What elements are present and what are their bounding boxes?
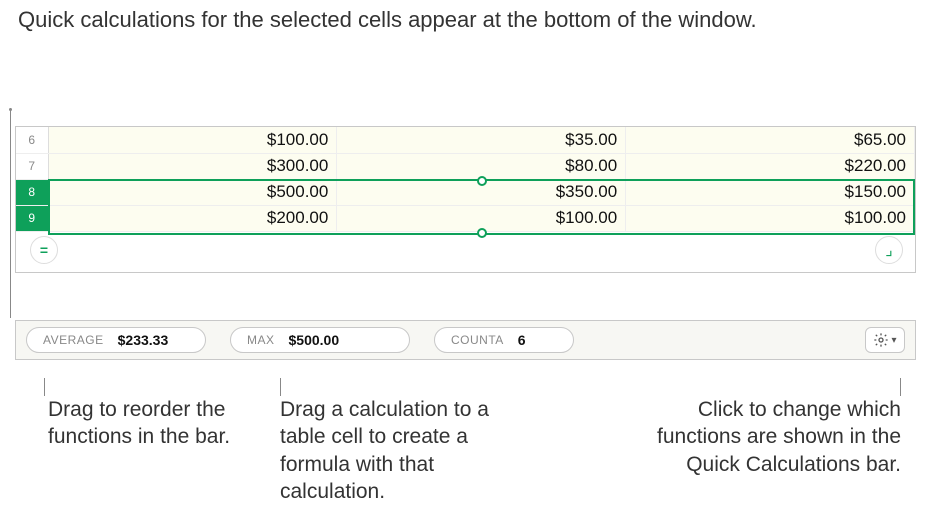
quick-calculations-bar: AVERAGE $233.33 MAX $500.00 COUNTA 6 ▾ xyxy=(15,320,916,360)
row-header[interactable]: 7 xyxy=(16,153,48,179)
cell[interactable]: $200.00 xyxy=(48,205,337,231)
cell[interactable]: $100.00 xyxy=(626,205,915,231)
cell[interactable]: $80.00 xyxy=(337,153,626,179)
quickcalc-fn-label: AVERAGE xyxy=(43,333,104,347)
callout-gear: Click to change which functions are show… xyxy=(621,396,901,478)
cell[interactable]: $100.00 xyxy=(48,127,337,153)
corner-icon: ⌟ xyxy=(885,240,893,260)
cell[interactable]: $300.00 xyxy=(48,153,337,179)
gear-icon xyxy=(873,332,889,348)
callout-leader-top xyxy=(10,108,11,318)
callout-reorder: Drag to reorder the functions in the bar… xyxy=(48,396,248,451)
cell[interactable]: $65.00 xyxy=(626,127,915,153)
callout-drag-formula: Drag a calculation to a table cell to cr… xyxy=(280,396,526,505)
resize-corner-button[interactable]: ⌟ xyxy=(875,236,903,264)
cell[interactable]: $500.00 xyxy=(48,179,337,205)
quickcalc-fn-label: MAX xyxy=(247,333,275,347)
spreadsheet-area: 6 $100.00 $35.00 $65.00 7 $300.00 $80.00… xyxy=(15,126,916,273)
quickcalc-settings-button[interactable]: ▾ xyxy=(865,327,905,353)
cell[interactable]: $150.00 xyxy=(626,179,915,205)
cell[interactable]: $100.00 xyxy=(337,205,626,231)
callout-leader xyxy=(900,378,901,396)
equals-icon: = xyxy=(40,242,48,258)
cell[interactable]: $350.00 xyxy=(337,179,626,205)
quickcalc-pill-average[interactable]: AVERAGE $233.33 xyxy=(26,327,206,353)
table-row[interactable]: 6 $100.00 $35.00 $65.00 xyxy=(16,127,915,153)
table-row[interactable]: 7 $300.00 $80.00 $220.00 xyxy=(16,153,915,179)
quickcalc-fn-label: COUNTA xyxy=(451,333,504,347)
callout-leader xyxy=(44,378,45,396)
quickcalc-pill-max[interactable]: MAX $500.00 xyxy=(230,327,410,353)
table-row[interactable]: 8 $500.00 $350.00 $150.00 xyxy=(16,179,915,205)
data-table[interactable]: 6 $100.00 $35.00 $65.00 7 $300.00 $80.00… xyxy=(16,127,915,232)
callout-leader xyxy=(280,378,281,396)
add-row-button[interactable]: = xyxy=(30,236,58,264)
row-header-selected[interactable]: 8 xyxy=(16,179,48,205)
chevron-down-icon: ▾ xyxy=(891,335,896,346)
callout-top: Quick calculations for the selected cell… xyxy=(18,6,757,35)
cell[interactable]: $220.00 xyxy=(626,153,915,179)
table-row[interactable]: 9 $200.00 $100.00 $100.00 xyxy=(16,205,915,231)
row-header[interactable]: 6 xyxy=(16,127,48,153)
cell[interactable]: $35.00 xyxy=(337,127,626,153)
quickcalc-pill-counta[interactable]: COUNTA 6 xyxy=(434,327,574,353)
quickcalc-value: $233.33 xyxy=(118,332,169,348)
quickcalc-value: $500.00 xyxy=(289,332,340,348)
quickcalc-value: 6 xyxy=(518,332,526,348)
row-header-selected[interactable]: 9 xyxy=(16,205,48,231)
